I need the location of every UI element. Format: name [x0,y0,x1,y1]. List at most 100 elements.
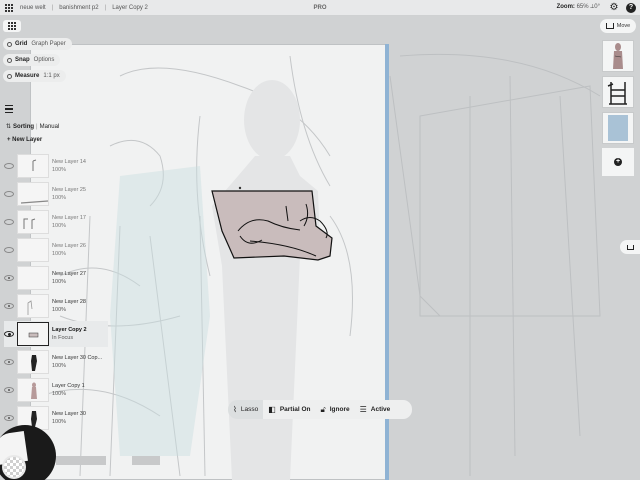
breadcrumb-layer[interactable]: Layer Copy 2 [112,5,148,11]
color-swatch [608,115,628,141]
visibility-icon[interactable] [4,163,14,169]
layer-thumbnail [17,154,49,178]
layer-name: New Layer 25 [52,187,86,193]
partial-icon: ◧ [268,405,276,414]
snap-value: Options [33,57,55,63]
partial-label: Partial On [279,406,311,413]
reference-thumbnail-color[interactable] [602,112,634,144]
layer-opacity: 100% [52,279,67,285]
lasso-icon: ⌇ [233,405,237,414]
layer-thumbnail [17,266,49,290]
measure-value: 1:1 px [43,73,60,79]
visibility-icon[interactable] [4,415,14,421]
sorting-separator: | [36,123,38,130]
layer-row[interactable]: New Layer 27 100% [4,265,108,291]
layer-row-active[interactable]: Layer Copy 2 In Focus [4,321,108,347]
layer-opacity: 100% [52,307,67,313]
layer-info: New Layer 14 100% [52,158,86,174]
top-bar: neue welt | banishment p2 | Layer Copy 2… [0,0,640,16]
breadcrumb-project[interactable]: neue welt [20,5,46,11]
layer-row[interactable]: New Layer 28 100% [4,293,108,319]
sorting-value: Manual [39,123,60,130]
partial-on-option[interactable]: ◧ Partial On [263,400,315,419]
unlock-icon: 🔓︎ [320,404,326,414]
layer-opacity: 100% [52,419,67,425]
visibility-icon[interactable] [4,219,14,225]
visibility-icon[interactable] [4,387,14,393]
sorting-control[interactable]: ⇅ Sorting | Manual [6,123,60,131]
visibility-icon[interactable] [4,191,14,197]
layer-thumbnail [17,322,49,346]
measure-label: Measure [15,73,40,79]
zoom-value: 65% ⟂0° [576,4,600,10]
layer-opacity: 100% [52,195,67,201]
zoom-indicator[interactable]: Zoom: 65% ⟂0° [557,4,600,11]
ignore-label: Ignore [329,406,350,413]
visibility-icon[interactable] [4,331,14,337]
move-icon [605,23,614,29]
layer-name: New Layer 30 Cop... [52,355,103,361]
selection-toolbar: ⌇ Lasso ◧ Partial On 🔓︎ Ignore ☰ Active [228,400,412,419]
visibility-icon[interactable] [4,247,14,253]
grid-option[interactable]: Grid Graph Paper [3,38,72,50]
reference-thumbnail-chair[interactable] [602,76,634,108]
layer-info: New Layer 30 Cop... 100% [52,354,102,370]
snap-option[interactable]: Snap Options [3,54,61,66]
move-button[interactable]: Move [600,19,636,33]
active-label: Active [370,406,391,413]
layer-row[interactable]: New Layer 26 100% [4,237,108,263]
breadcrumb-separator: | [51,4,54,11]
help-icon[interactable]: ? [626,3,636,13]
visibility-icon[interactable] [4,275,14,281]
sort-icon: ⇅ [6,124,12,130]
layer-opacity: 100% [52,167,67,173]
layer-opacity: 100% [52,363,67,369]
reference-thumbnail-figure[interactable] [602,40,634,72]
layer-info: New Layer 26 100% [52,242,86,258]
hamburger-menu-icon[interactable] [5,105,13,113]
layer-name: Layer Copy 1 [52,383,85,389]
snap-label: Snap [15,57,30,63]
lasso-label: Lasso [240,406,259,413]
slider-track[interactable] [132,456,160,465]
figure-silhouette [212,80,320,480]
layer-row[interactable]: New Layer 30 Cop... 100% [4,349,108,375]
visibility-icon[interactable] [4,359,14,365]
brush-library-button[interactable] [3,20,21,32]
transparency-checker-icon [4,457,24,477]
layer-thumbnail [17,238,49,262]
layer-name: Layer Copy 2 [52,327,87,333]
layer-row[interactable]: Layer Copy 1 100% [4,377,108,403]
layer-name: New Layer 17 [52,215,86,221]
layer-info: New Layer 17 100% [52,214,86,230]
ignore-option[interactable]: 🔓︎ Ignore [316,400,355,419]
layer-info: New Layer 25 100% [52,186,86,202]
layer-info: Layer Copy 1 100% [52,382,85,398]
lasso-option[interactable]: ⌇ Lasso [228,400,264,419]
visibility-icon[interactable] [4,303,14,309]
export-button[interactable] [620,240,640,254]
export-icon [626,244,634,250]
layer-row[interactable]: New Layer 17 100% [4,209,108,235]
layer-name: New Layer 27 [52,271,86,277]
layer-thumbnail [17,182,49,206]
apps-grid-icon[interactable] [4,3,14,13]
layer-name: New Layer 14 [52,159,86,165]
add-reference-button[interactable]: + [602,148,634,176]
layer-row[interactable]: New Layer 25 100% [4,181,108,207]
slider-track[interactable] [56,456,106,465]
layer-thumbnail [17,378,49,402]
measure-option[interactable]: Measure 1:1 px [3,70,66,82]
layer-row[interactable]: New Layer 14 100% [4,153,108,179]
active-option[interactable]: ☰ Active [355,400,396,419]
breadcrumb-file[interactable]: banishment p2 [59,5,98,11]
measure-radio-icon [7,73,12,79]
layer-name: New Layer 30 [52,411,86,417]
gear-icon[interactable]: ⚙ [608,2,620,14]
layer-info: Layer Copy 2 In Focus [52,326,87,342]
layer-name: New Layer 26 [52,243,86,249]
layer-thumbnail [17,294,49,318]
layer-name: New Layer 28 [52,299,86,305]
new-layer-button[interactable]: + New Layer [7,137,42,143]
layer-thumbnail [17,350,49,374]
